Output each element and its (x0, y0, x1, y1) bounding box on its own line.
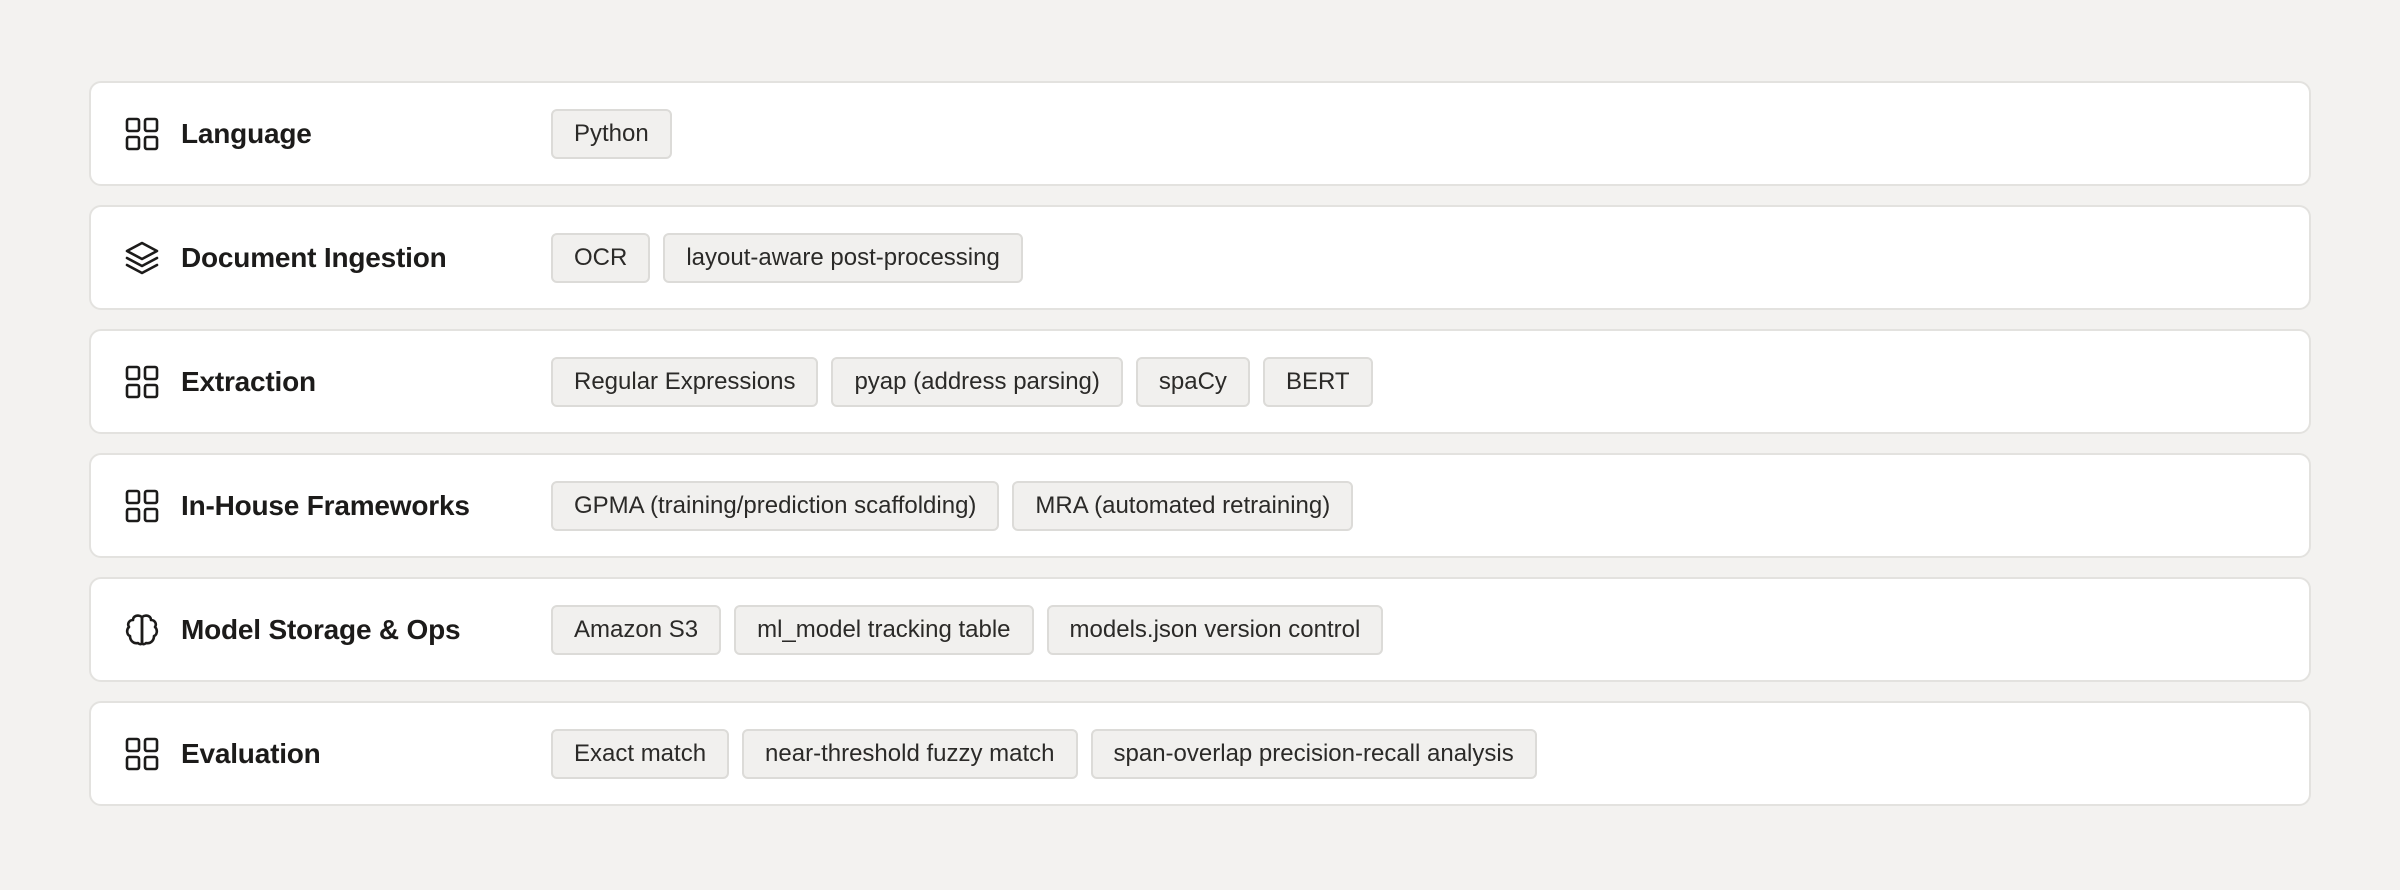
tag: spaCy (1135, 356, 1250, 407)
tag: pyap (address parsing) (831, 356, 1123, 407)
tag: Exact match (551, 728, 730, 779)
tag-list: GPMA (training/prediction scaffolding) M… (551, 480, 1354, 531)
tech-stack-list: Language Python Document Ingestion OCR l… (89, 81, 2311, 806)
row-title: Document Ingestion (181, 241, 447, 273)
tag: BERT (1262, 356, 1373, 407)
row-title: Language (181, 117, 312, 149)
tag-list: Amazon S3 ml_model tracking table models… (551, 604, 1384, 655)
tag-list: Exact match near-threshold fuzzy match s… (551, 728, 1537, 779)
tag: models.json version control (1046, 604, 1384, 655)
stack-row-document-ingestion: Document Ingestion OCR layout-aware post… (89, 205, 2311, 310)
tag-list: Regular Expressions pyap (address parsin… (551, 356, 1373, 407)
tag-list: Python (551, 108, 672, 159)
stack-row-language: Language Python (89, 81, 2311, 186)
tag: ml_model tracking table (734, 604, 1034, 655)
brain-icon (124, 612, 160, 648)
tag: OCR (551, 232, 651, 283)
tag: near-threshold fuzzy match (742, 728, 1078, 779)
grid-icon (124, 736, 160, 772)
row-title: In-House Frameworks (181, 489, 470, 521)
tag: span-overlap precision-recall analysis (1090, 728, 1537, 779)
tag-list: OCR layout-aware post-processing (551, 232, 1023, 283)
stack-row-evaluation: Evaluation Exact match near-threshold fu… (89, 701, 2311, 806)
row-title: Extraction (181, 365, 316, 397)
stack-row-extraction: Extraction Regular Expressions pyap (add… (89, 329, 2311, 434)
tag: Amazon S3 (551, 604, 722, 655)
tag: GPMA (training/prediction scaffolding) (551, 480, 1000, 531)
grid-icon (124, 364, 160, 400)
layers-icon (124, 240, 160, 276)
tag: MRA (automated retraining) (1012, 480, 1354, 531)
tag: Regular Expressions (551, 356, 819, 407)
grid-icon (124, 488, 160, 524)
tag: layout-aware post-processing (663, 232, 1023, 283)
grid-icon (124, 116, 160, 152)
row-title: Evaluation (181, 737, 321, 769)
stack-row-model-storage-ops: Model Storage & Ops Amazon S3 ml_model t… (89, 577, 2311, 682)
tag: Python (551, 108, 672, 159)
stack-row-in-house-frameworks: In-House Frameworks GPMA (training/predi… (89, 453, 2311, 558)
row-title: Model Storage & Ops (181, 613, 461, 645)
